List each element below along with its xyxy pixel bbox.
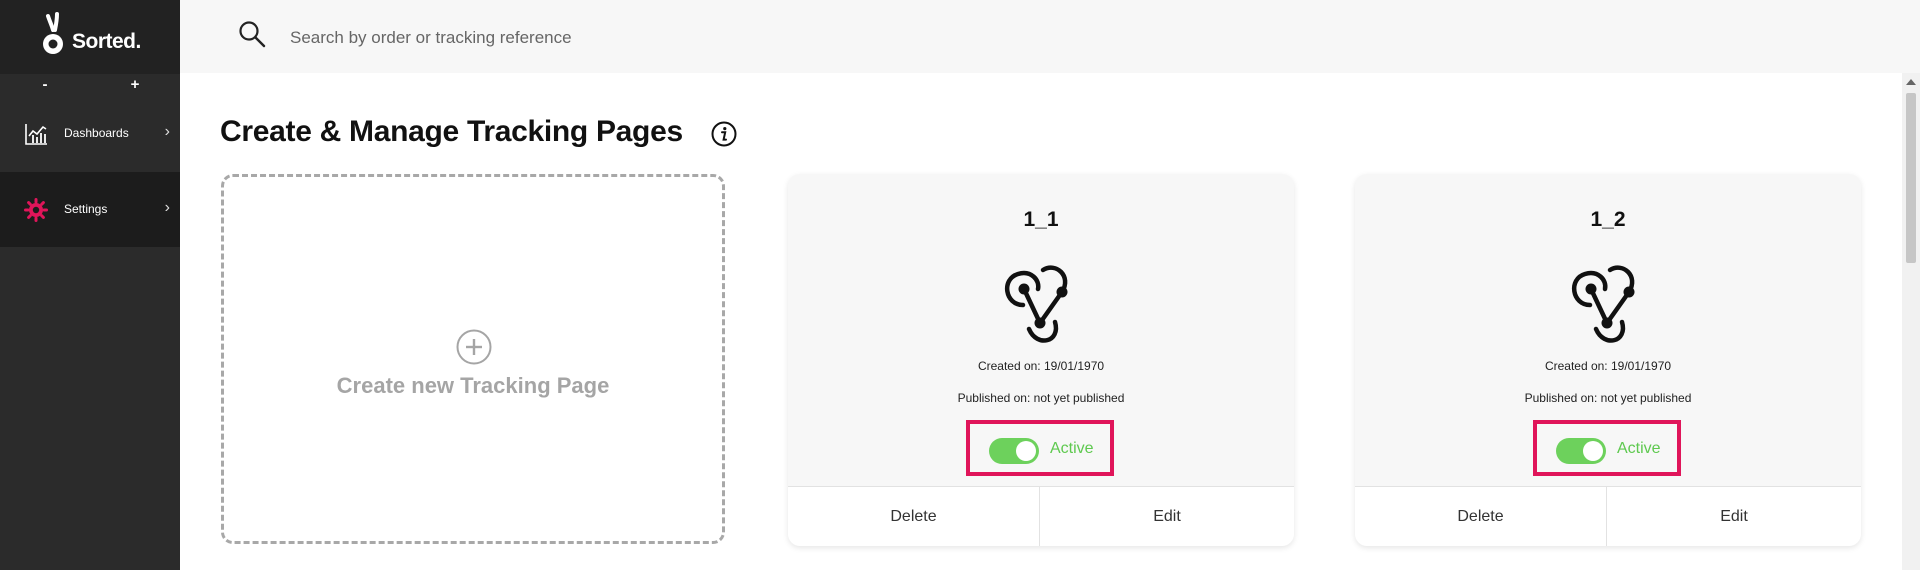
status-label: Active — [1050, 440, 1094, 457]
published-date: Published on: not yet published — [957, 391, 1125, 405]
main-content: Create & Manage Tracking Pages Create ne… — [180, 73, 1902, 570]
sidebar-zoom-controls: - + — [0, 74, 180, 96]
status-highlight: Active — [966, 420, 1114, 476]
created-date: Created on: 19/01/1970 — [977, 359, 1105, 373]
zoom-out-button[interactable]: - — [35, 76, 55, 94]
card-title: 1_2 — [1590, 208, 1626, 231]
webhook-icon — [1005, 265, 1068, 343]
info-icon[interactable] — [711, 121, 737, 147]
active-toggle[interactable] — [989, 438, 1039, 464]
search-input[interactable] — [288, 22, 1092, 54]
brand-logo[interactable]: Sorted. — [0, 0, 180, 74]
sidebar-item-label: Settings — [64, 202, 108, 216]
gear-icon — [24, 198, 48, 222]
card-actions: Delete Edit — [788, 486, 1294, 546]
chart-icon — [25, 124, 47, 145]
webhook-icon — [1572, 265, 1635, 343]
plus-circle-icon — [456, 329, 492, 365]
sidebar-item-label: Dashboards — [64, 126, 129, 140]
edit-button[interactable]: Edit — [1041, 487, 1293, 546]
delete-button[interactable]: Delete — [788, 487, 1040, 546]
sidebar: Sorted. - + Dashboards › Settings › — [0, 0, 180, 570]
chevron-right-icon: › — [164, 199, 170, 216]
toggle-knob — [1016, 441, 1036, 461]
tracking-page-card: 1_2 Created on: 19/01/1970 Published on:… — [1355, 174, 1861, 546]
card-actions: Delete Edit — [1355, 486, 1861, 546]
published-date: Published on: not yet published — [1524, 391, 1692, 405]
sidebar-item-dashboards[interactable]: Dashboards › — [0, 96, 180, 171]
delete-button[interactable]: Delete — [1355, 487, 1607, 546]
toggle-knob — [1583, 441, 1603, 461]
chevron-right-icon: › — [164, 123, 170, 140]
edit-button[interactable]: Edit — [1608, 487, 1860, 546]
scroll-up-arrow-icon[interactable] — [1906, 79, 1916, 85]
create-tracking-page-label: Create new Tracking Page — [336, 373, 610, 398]
sidebar-item-settings[interactable]: Settings › — [0, 172, 180, 247]
status-highlight: Active — [1533, 420, 1681, 476]
active-toggle[interactable] — [1556, 438, 1606, 464]
brand-name: Sorted. — [72, 30, 141, 53]
tracking-page-card: 1_1 Created on: 19/01/1970 Published on:… — [788, 174, 1294, 546]
page-title: Create & Manage Tracking Pages — [220, 115, 683, 148]
top-bar — [180, 0, 1920, 73]
sorted-logo-icon — [43, 12, 63, 54]
search-icon[interactable] — [238, 20, 266, 48]
status-label: Active — [1617, 440, 1661, 457]
vertical-scrollbar[interactable] — [1902, 73, 1920, 570]
create-tracking-page-card[interactable]: Create new Tracking Page — [221, 174, 725, 544]
card-title: 1_1 — [1023, 208, 1059, 231]
created-date: Created on: 19/01/1970 — [1544, 359, 1672, 373]
scroll-thumb[interactable] — [1906, 93, 1916, 263]
zoom-in-button[interactable]: + — [125, 76, 145, 94]
